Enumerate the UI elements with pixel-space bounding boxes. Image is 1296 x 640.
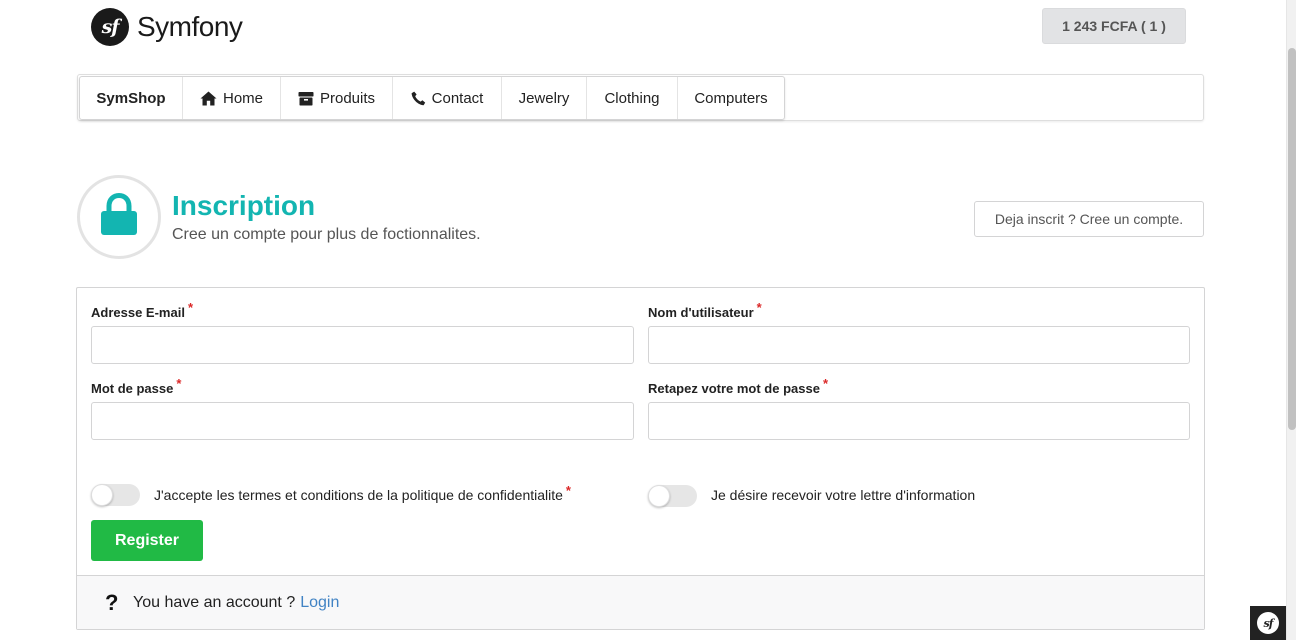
phone-icon bbox=[411, 91, 426, 106]
password-confirm-field[interactable] bbox=[648, 402, 1190, 440]
required-mark: * bbox=[822, 376, 829, 391]
logo-text: Symfony bbox=[137, 11, 243, 42]
nav-item-produits[interactable]: Produits bbox=[281, 77, 393, 119]
form-footer: ? You have an account ? Login bbox=[77, 575, 1204, 629]
symfony-toolbar-toggle[interactable]: sf bbox=[1250, 606, 1286, 640]
page-scrollbar[interactable] bbox=[1286, 0, 1296, 640]
question-icon: ? bbox=[105, 589, 119, 615]
nav-item-jewelry[interactable]: Jewelry bbox=[502, 77, 587, 119]
symfony-badge-icon: sf bbox=[1257, 612, 1279, 634]
email-label-text: Adresse E-mail bbox=[91, 305, 185, 320]
symfony-logo[interactable]: sf Symfony bbox=[91, 8, 243, 46]
nav-brand[interactable]: SymShop bbox=[80, 77, 183, 119]
required-mark: * bbox=[756, 300, 762, 315]
main-navbar: SymShop Home Produits Contact Jewelry Cl… bbox=[77, 74, 1204, 121]
nav-item-home[interactable]: Home bbox=[183, 77, 281, 119]
already-registered-button[interactable]: Deja inscrit ? Cree un compte. bbox=[974, 201, 1204, 237]
required-mark: * bbox=[187, 300, 193, 315]
email-field[interactable] bbox=[91, 326, 634, 364]
register-button[interactable]: Register bbox=[91, 520, 203, 561]
nav-item-contact[interactable]: Contact bbox=[393, 77, 502, 119]
box-icon bbox=[298, 91, 314, 106]
password-label-text: Mot de passe bbox=[91, 381, 174, 396]
page-subtitle: Cree un compte pour plus de foctionnalit… bbox=[172, 226, 481, 243]
required-mark: * bbox=[176, 376, 182, 391]
lock-icon bbox=[99, 192, 139, 242]
terms-label[interactable]: J'accepte les termes et conditions de la… bbox=[154, 483, 571, 503]
required-mark: * bbox=[565, 483, 571, 498]
nav-menu: SymShop Home Produits Contact Jewelry Cl… bbox=[79, 76, 785, 120]
nav-item-clothing[interactable]: Clothing bbox=[587, 77, 678, 119]
home-icon bbox=[200, 91, 217, 106]
newsletter-label[interactable]: Je désire recevoir votre lettre d'inform… bbox=[711, 487, 975, 503]
password-confirm-label: Retapez votre mot de passe * bbox=[648, 376, 828, 396]
password-field[interactable] bbox=[91, 402, 634, 440]
scrollbar-thumb[interactable] bbox=[1288, 48, 1296, 430]
nav-item-label: Produits bbox=[319, 89, 376, 107]
toggle-knob bbox=[648, 485, 670, 507]
username-field[interactable] bbox=[648, 326, 1190, 364]
nav-item-computers[interactable]: Computers bbox=[678, 77, 784, 119]
symfony-logo-icon: sf bbox=[91, 8, 129, 46]
nav-item-label: Home bbox=[222, 89, 263, 107]
username-label: Nom d'utilisateur * bbox=[648, 300, 762, 320]
terms-label-text: J'accepte les termes et conditions de la… bbox=[154, 487, 563, 503]
newsletter-toggle[interactable] bbox=[648, 485, 697, 507]
terms-toggle[interactable] bbox=[91, 484, 140, 506]
nav-item-label: Contact bbox=[431, 89, 484, 107]
email-label: Adresse E-mail * bbox=[91, 300, 193, 320]
login-link[interactable]: Login bbox=[300, 594, 339, 612]
footer-text: You have an account ? bbox=[133, 593, 296, 611]
username-label-text: Nom d'utilisateur bbox=[648, 305, 754, 320]
cart-button[interactable]: 1 243 FCFA ( 1 ) bbox=[1042, 8, 1186, 44]
page-title: Inscription bbox=[172, 190, 316, 221]
registration-form: Adresse E-mail * Nom d'utilisateur * Mot d… bbox=[76, 287, 1205, 630]
toggle-knob bbox=[91, 484, 113, 506]
password-label: Mot de passe * bbox=[91, 376, 181, 396]
page-icon-circle bbox=[77, 175, 161, 259]
password-confirm-label-text: Retapez votre mot de passe bbox=[648, 381, 820, 396]
